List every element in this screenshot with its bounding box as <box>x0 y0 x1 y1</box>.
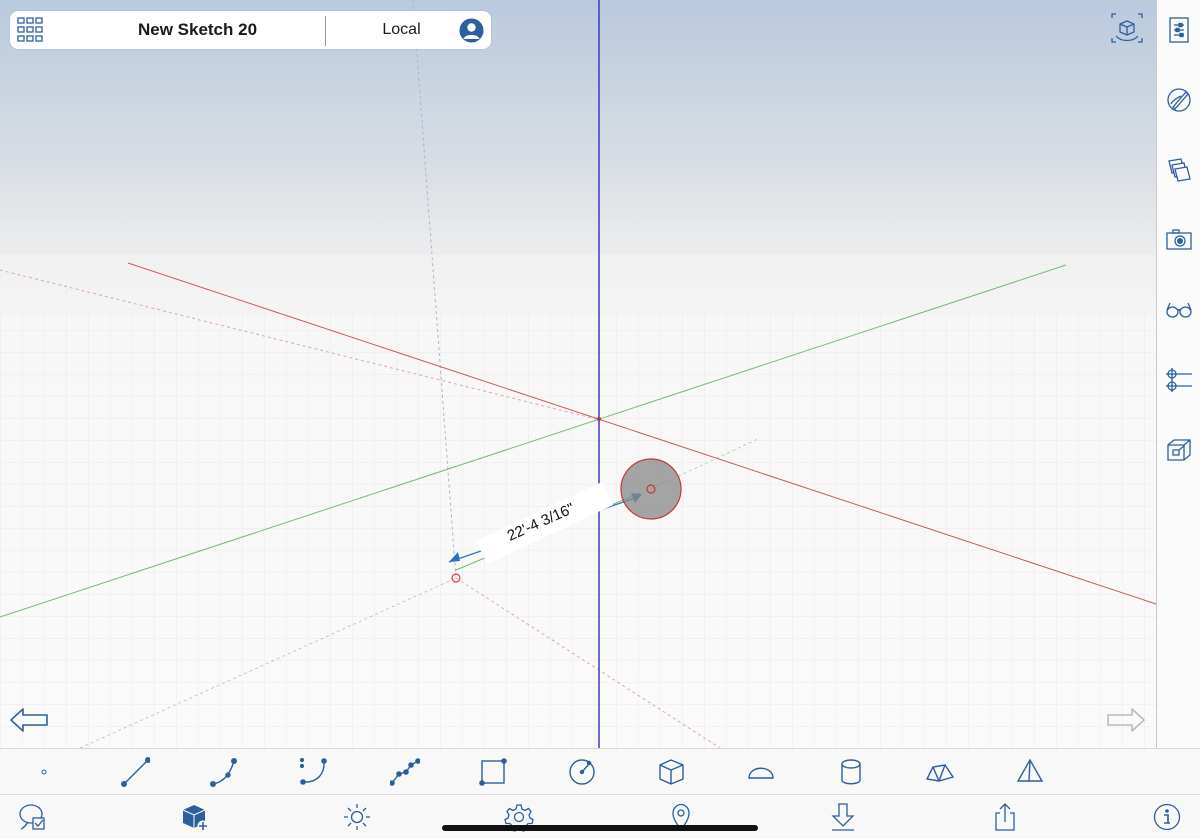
box-tool-icon[interactable] <box>657 757 687 787</box>
download-arrow-icon[interactable] <box>828 802 858 832</box>
layers-icon[interactable] <box>1165 156 1193 184</box>
share-icon[interactable] <box>990 802 1020 832</box>
curve-tool-icon[interactable] <box>300 757 330 787</box>
rectangle-tool-icon[interactable] <box>478 757 508 787</box>
document-header: New Sketch 20 Local <box>10 11 491 49</box>
section-planes-icon[interactable] <box>1165 436 1193 464</box>
3d-viewport[interactable]: 22'-4 3/16" New Sketch 20 Local <box>0 0 1156 748</box>
account-avatar-icon[interactable] <box>459 18 484 43</box>
cylinder-tool-icon[interactable] <box>836 757 866 787</box>
main-toolbar <box>0 794 1200 839</box>
polyline-tool-icon[interactable] <box>390 757 420 787</box>
point-tool-icon[interactable] <box>30 757 60 787</box>
undo-arrow-icon[interactable] <box>9 703 51 735</box>
pyramid-tool-icon[interactable] <box>1015 757 1045 787</box>
dome-tool-icon[interactable] <box>746 757 776 787</box>
header-divider <box>325 16 326 46</box>
line-tool-icon[interactable] <box>120 757 150 787</box>
scenes-camera-icon[interactable] <box>1165 226 1193 254</box>
display-glasses-icon[interactable] <box>1165 296 1193 324</box>
shadows-sun-icon[interactable] <box>342 802 372 832</box>
cursor-inference-circle <box>620 458 682 520</box>
select-tool-icon[interactable] <box>18 802 48 832</box>
components-icon[interactable] <box>1165 366 1193 394</box>
home-indicator[interactable] <box>442 825 758 831</box>
info-icon[interactable] <box>1152 802 1182 832</box>
arc-tool-icon[interactable] <box>210 757 240 787</box>
add-model-icon[interactable] <box>180 802 210 832</box>
entity-info-icon[interactable] <box>1165 16 1193 44</box>
redo-arrow-icon[interactable] <box>1104 703 1146 735</box>
prism-tool-icon[interactable] <box>925 757 955 787</box>
scene-canvas[interactable]: 22'-4 3/16" <box>0 0 1156 748</box>
origin-point <box>597 417 601 421</box>
document-title[interactable]: New Sketch 20 <box>70 11 325 49</box>
view-orbit-icon[interactable] <box>1106 12 1148 44</box>
files-grid-icon[interactable] <box>17 17 43 43</box>
circle-tool-icon[interactable] <box>568 757 598 787</box>
right-side-panel <box>1156 0 1200 748</box>
materials-icon[interactable] <box>1165 86 1193 114</box>
drawing-tools-toolbar <box>0 748 1200 795</box>
storage-location[interactable]: Local <box>330 11 473 49</box>
